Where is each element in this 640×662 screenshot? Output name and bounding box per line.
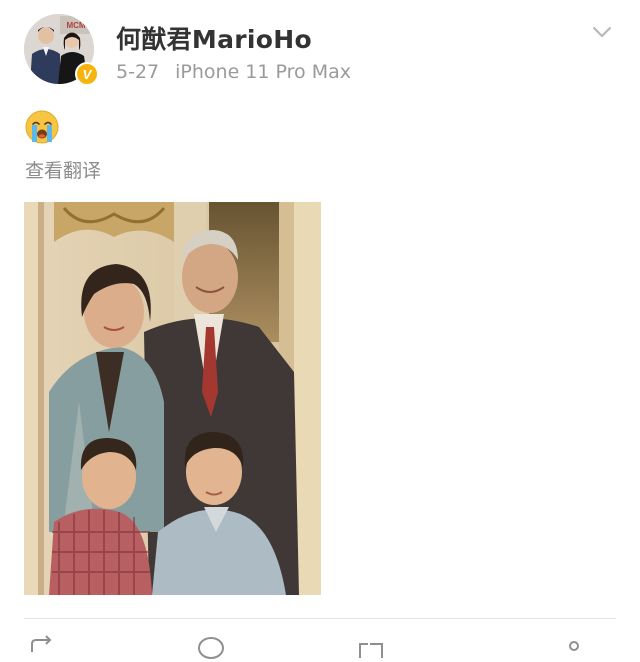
more-button[interactable] <box>560 632 584 662</box>
thumbs-up-icon <box>569 641 579 651</box>
translate-link[interactable]: 查看翻译 <box>25 156 101 183</box>
post-meta: 5-27 iPhone 11 Pro Max <box>116 61 351 83</box>
repost-icon <box>31 635 52 652</box>
comment-button[interactable] <box>196 632 234 662</box>
repost-button[interactable] <box>28 632 64 662</box>
like-button[interactable] <box>356 632 394 662</box>
svg-text:MCM: MCM <box>66 21 85 30</box>
comment-icon <box>198 637 224 659</box>
crying-face-emoji-icon <box>25 110 59 144</box>
action-bar <box>0 632 640 662</box>
verified-badge-icon: V <box>75 62 99 86</box>
chevron-down-icon[interactable] <box>591 24 613 40</box>
username[interactable]: 何猷君MarioHo <box>116 20 312 56</box>
divider <box>24 618 616 619</box>
post-photo[interactable] <box>24 202 321 595</box>
post-date: 5-27 <box>116 61 160 83</box>
weibo-post: MCM V 何猷君MarioHo 5-27 iPhone 11 Pro Max 查… <box>0 0 640 659</box>
share-icon <box>359 643 383 658</box>
post-device: iPhone 11 Pro Max <box>175 61 351 83</box>
